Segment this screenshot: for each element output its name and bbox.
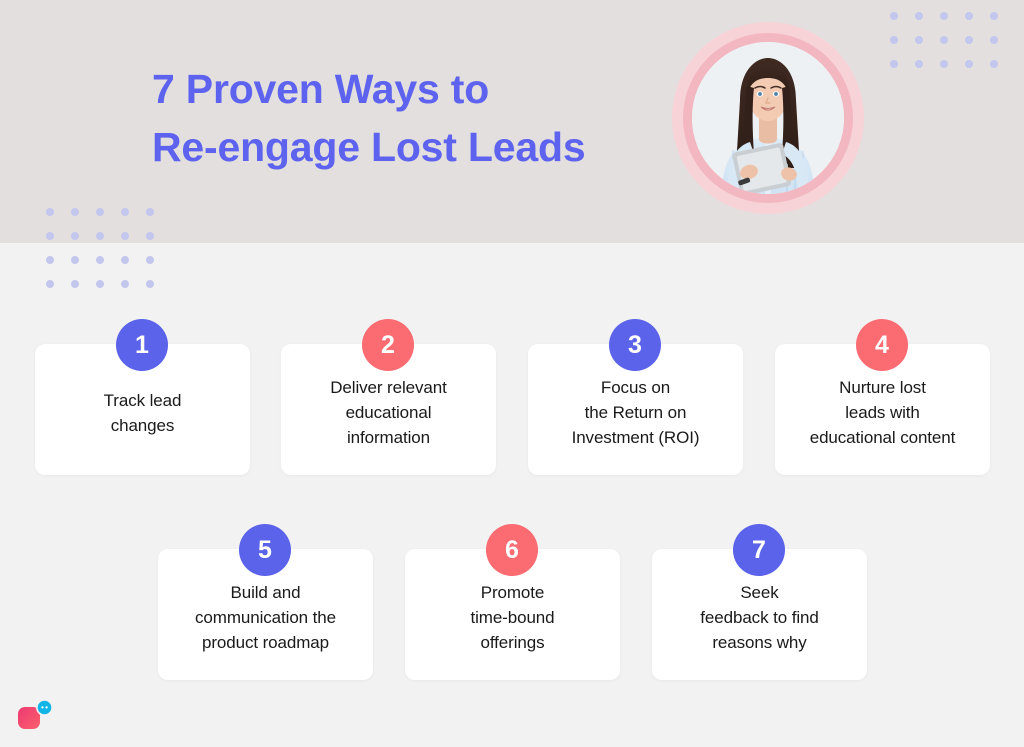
tip-card-4-text: Nurture lost leads with educational cont… xyxy=(809,378,956,447)
decorative-dot xyxy=(146,280,154,288)
tip-badge-3: 3 xyxy=(609,319,661,371)
tip-badge-7: 7 xyxy=(733,524,785,576)
tip-card-2-text: Deliver relevant educational information xyxy=(330,378,447,447)
portrait-ring-inner xyxy=(683,33,853,203)
decorative-dot xyxy=(890,60,898,68)
decorative-dot xyxy=(96,208,104,216)
decorative-dot xyxy=(146,208,154,216)
tip-badge-7-number: 7 xyxy=(752,535,766,564)
decorative-dot xyxy=(890,36,898,44)
portrait-ring-outer xyxy=(672,22,864,214)
tip-card-1-text: Track lead changes xyxy=(103,390,182,435)
tip-card-7-text: Seek feedback to find reasons why xyxy=(700,583,819,652)
page-title-line-2: Re-engage Lost Leads xyxy=(152,124,586,170)
decorative-dot xyxy=(121,256,129,264)
decorative-dot xyxy=(890,12,898,20)
decorative-dot xyxy=(940,12,948,20)
decorative-dot xyxy=(46,280,54,288)
tip-badge-5: 5 xyxy=(239,524,291,576)
decorative-dot xyxy=(46,256,54,264)
tip-badge-4-number: 4 xyxy=(875,330,889,359)
decorative-dot xyxy=(46,232,54,240)
tip-badge-6: 6 xyxy=(486,524,538,576)
tip-badge-2: 2 xyxy=(362,319,414,371)
tip-card-3-text: Focus on the Return on Investment (ROI) xyxy=(571,378,700,447)
decorative-dot xyxy=(71,208,79,216)
decorative-dot xyxy=(96,232,104,240)
decorative-dot xyxy=(915,36,923,44)
decorative-dot xyxy=(915,60,923,68)
decorative-dot xyxy=(965,12,973,20)
infographic-poster: 7 Proven Ways to Re-engage Lost Leads Tr… xyxy=(0,0,1024,747)
decorative-dot xyxy=(71,256,79,264)
decorative-dot xyxy=(96,280,104,288)
decorative-dot xyxy=(965,36,973,44)
decorative-dot xyxy=(940,36,948,44)
decorative-dot xyxy=(146,256,154,264)
tip-card-6-text: Promote time-bound offerings xyxy=(470,583,555,652)
page-title-line-1: 7 Proven Ways to xyxy=(152,66,490,112)
dot-grid-top-right-decoration xyxy=(890,12,1015,84)
decorative-dot xyxy=(121,232,129,240)
decorative-dot xyxy=(71,232,79,240)
decorative-dot xyxy=(990,36,998,44)
dot-grid-left-decoration xyxy=(46,208,171,304)
tip-card-5-text: Build and communication the product road… xyxy=(195,583,336,652)
decorative-dot xyxy=(965,60,973,68)
page-title: 7 Proven Ways to Re-engage Lost Leads xyxy=(152,60,692,176)
decorative-dot xyxy=(121,280,129,288)
tip-badge-2-number: 2 xyxy=(381,330,395,359)
decorative-dot xyxy=(71,280,79,288)
decorative-dot xyxy=(990,60,998,68)
tip-badge-4: 4 xyxy=(856,319,908,371)
decorative-dot xyxy=(146,232,154,240)
tip-badge-1: 1 xyxy=(116,319,168,371)
portrait-photo xyxy=(692,42,844,194)
decorative-dot xyxy=(96,256,104,264)
tip-badge-3-number: 3 xyxy=(628,330,642,359)
tip-badge-5-number: 5 xyxy=(258,535,272,564)
decorative-dot xyxy=(990,12,998,20)
decorative-dot xyxy=(940,60,948,68)
chat-bubble-logo-icon xyxy=(16,696,56,736)
decorative-dot xyxy=(121,208,129,216)
tip-badge-6-number: 6 xyxy=(505,535,519,564)
tip-badge-1-number: 1 xyxy=(135,330,149,359)
decorative-dot xyxy=(46,208,54,216)
decorative-dot xyxy=(915,12,923,20)
